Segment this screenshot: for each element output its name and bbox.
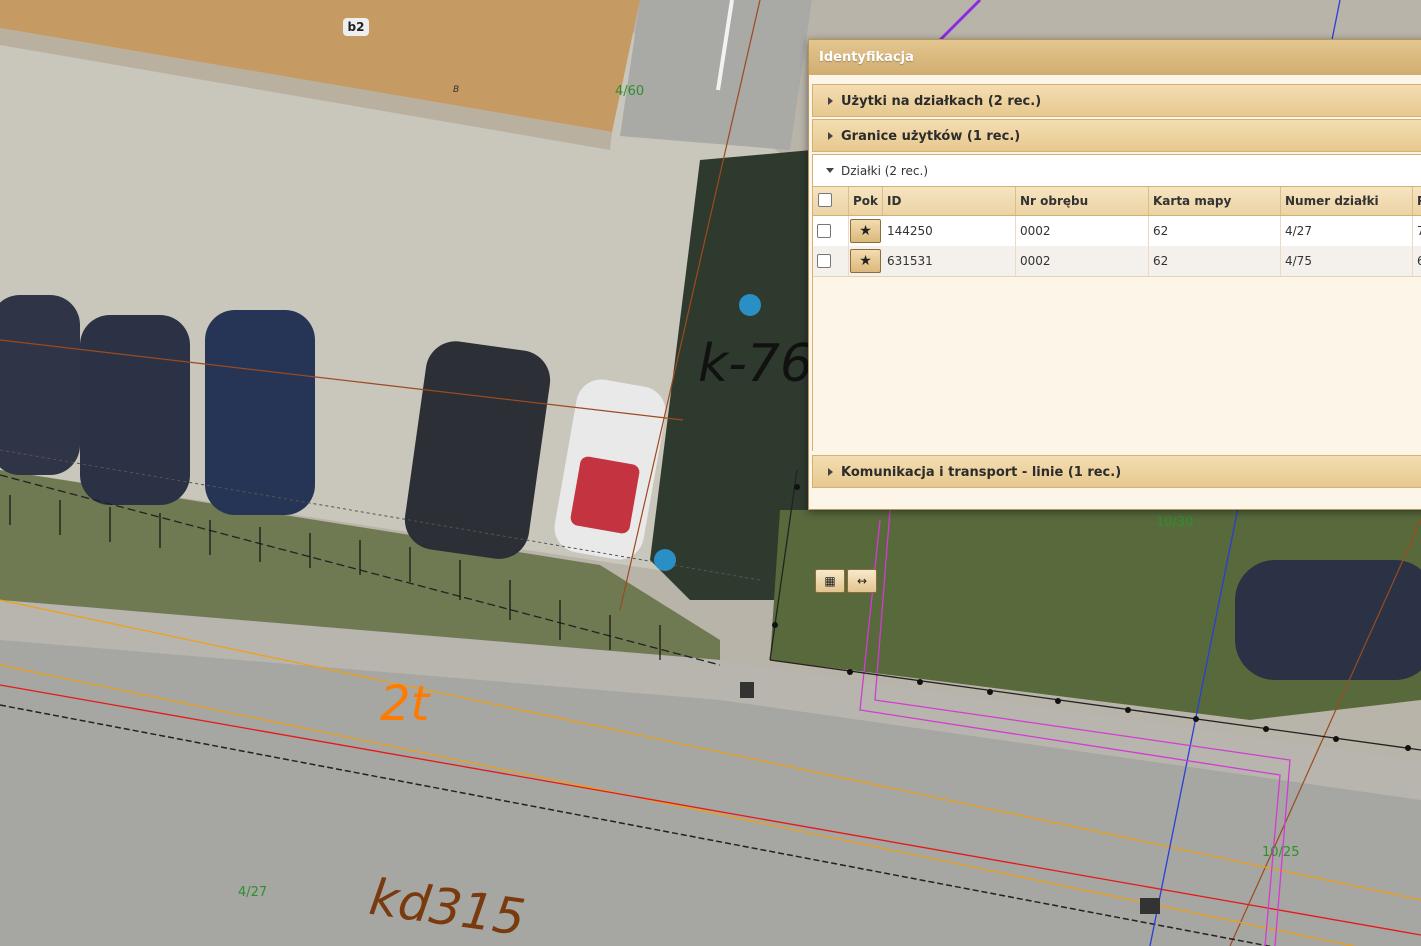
cell-numer-dzialki: 4/75 (1281, 246, 1413, 276)
map-label-parcel-1030: 10/30 (1156, 515, 1194, 530)
map-label-parcel-460: 4/60 (615, 84, 645, 99)
column-header-numer-dzialki[interactable]: Numer działki (1281, 187, 1413, 215)
cell-p: 7 (1413, 216, 1421, 246)
expand-arrow-icon (828, 468, 833, 476)
section-dzialki-header[interactable]: Działki (2 rec.) (812, 154, 1421, 187)
map-label-parcel-1025: 10/25 (1262, 845, 1300, 860)
expand-arrow-icon (828, 97, 833, 105)
cell-numer-dzialki: 4/27 (1281, 216, 1413, 246)
window-title[interactable]: Identyfikacja (809, 40, 1421, 75)
row-pok-cell: ★ (813, 246, 883, 276)
column-header-nr-obrebu[interactable]: Nr obrębu (1016, 187, 1149, 215)
grid-view-icon[interactable]: ▦ (815, 569, 845, 593)
identification-window[interactable]: Identyfikacja Użytki na działkach (2 rec… (808, 39, 1421, 593)
cell-karta-mapy: 62 (1149, 216, 1281, 246)
cell-p: 6 (1413, 246, 1421, 276)
section-komunikacja-header[interactable]: Komunikacja i transport - linie (1 rec.) (812, 455, 1421, 488)
fit-columns-icon[interactable]: ↔ (847, 569, 877, 593)
table-row[interactable]: ★ 631531 0002 62 4/75 6 (813, 246, 1421, 277)
map-label-k76: k-76 (698, 334, 814, 394)
cell-nr-obrebu: 0002 (1016, 216, 1149, 246)
cell-id: 631531 (883, 246, 1016, 276)
grid-header: Pok ID Nr obrębu Karta mapy Numer działk… (813, 187, 1421, 216)
star-icon[interactable]: ★ (850, 219, 881, 243)
section-uzytki-label: Użytki na działkach (2 rec.) (841, 94, 1042, 109)
section-komunikacja-label: Komunikacja i transport - linie (1 rec.) (841, 465, 1122, 480)
column-header-pok[interactable]: Pok (849, 187, 883, 215)
section-granice-header[interactable]: Granice użytków (1 rec.) (812, 119, 1421, 152)
cell-nr-obrebu: 0002 (1016, 246, 1149, 276)
header-select-all-cell (813, 187, 849, 215)
row-pok-cell: ★ (813, 216, 883, 246)
section-granice-label: Granice użytków (1 rec.) (841, 129, 1021, 144)
table-row[interactable]: ★ 144250 0002 62 4/27 7 (813, 216, 1421, 247)
collapse-arrow-icon (826, 168, 834, 173)
map-label-b2: b2 (343, 18, 369, 36)
column-header-id[interactable]: ID (883, 187, 1016, 215)
star-icon[interactable]: ★ (850, 249, 881, 273)
column-header-p[interactable]: P (1413, 187, 1421, 215)
column-header-karta-mapy[interactable]: Karta mapy (1149, 187, 1281, 215)
select-all-checkbox[interactable] (818, 193, 832, 207)
map-label-2t: 2t (380, 676, 430, 732)
section-uzytki-header[interactable]: Użytki na działkach (2 rec.) (812, 84, 1421, 117)
dzialki-grid: Pok ID Nr obrębu Karta mapy Numer działk… (812, 187, 1421, 593)
expand-arrow-icon (828, 132, 833, 140)
map-label-parcel-427: 4/27 (238, 885, 268, 900)
section-dzialki-label: Działki (2 rec.) (841, 164, 929, 178)
map-label-b-small: B (453, 85, 460, 95)
cell-karta-mapy: 62 (1149, 246, 1281, 276)
cell-id: 144250 (883, 216, 1016, 246)
